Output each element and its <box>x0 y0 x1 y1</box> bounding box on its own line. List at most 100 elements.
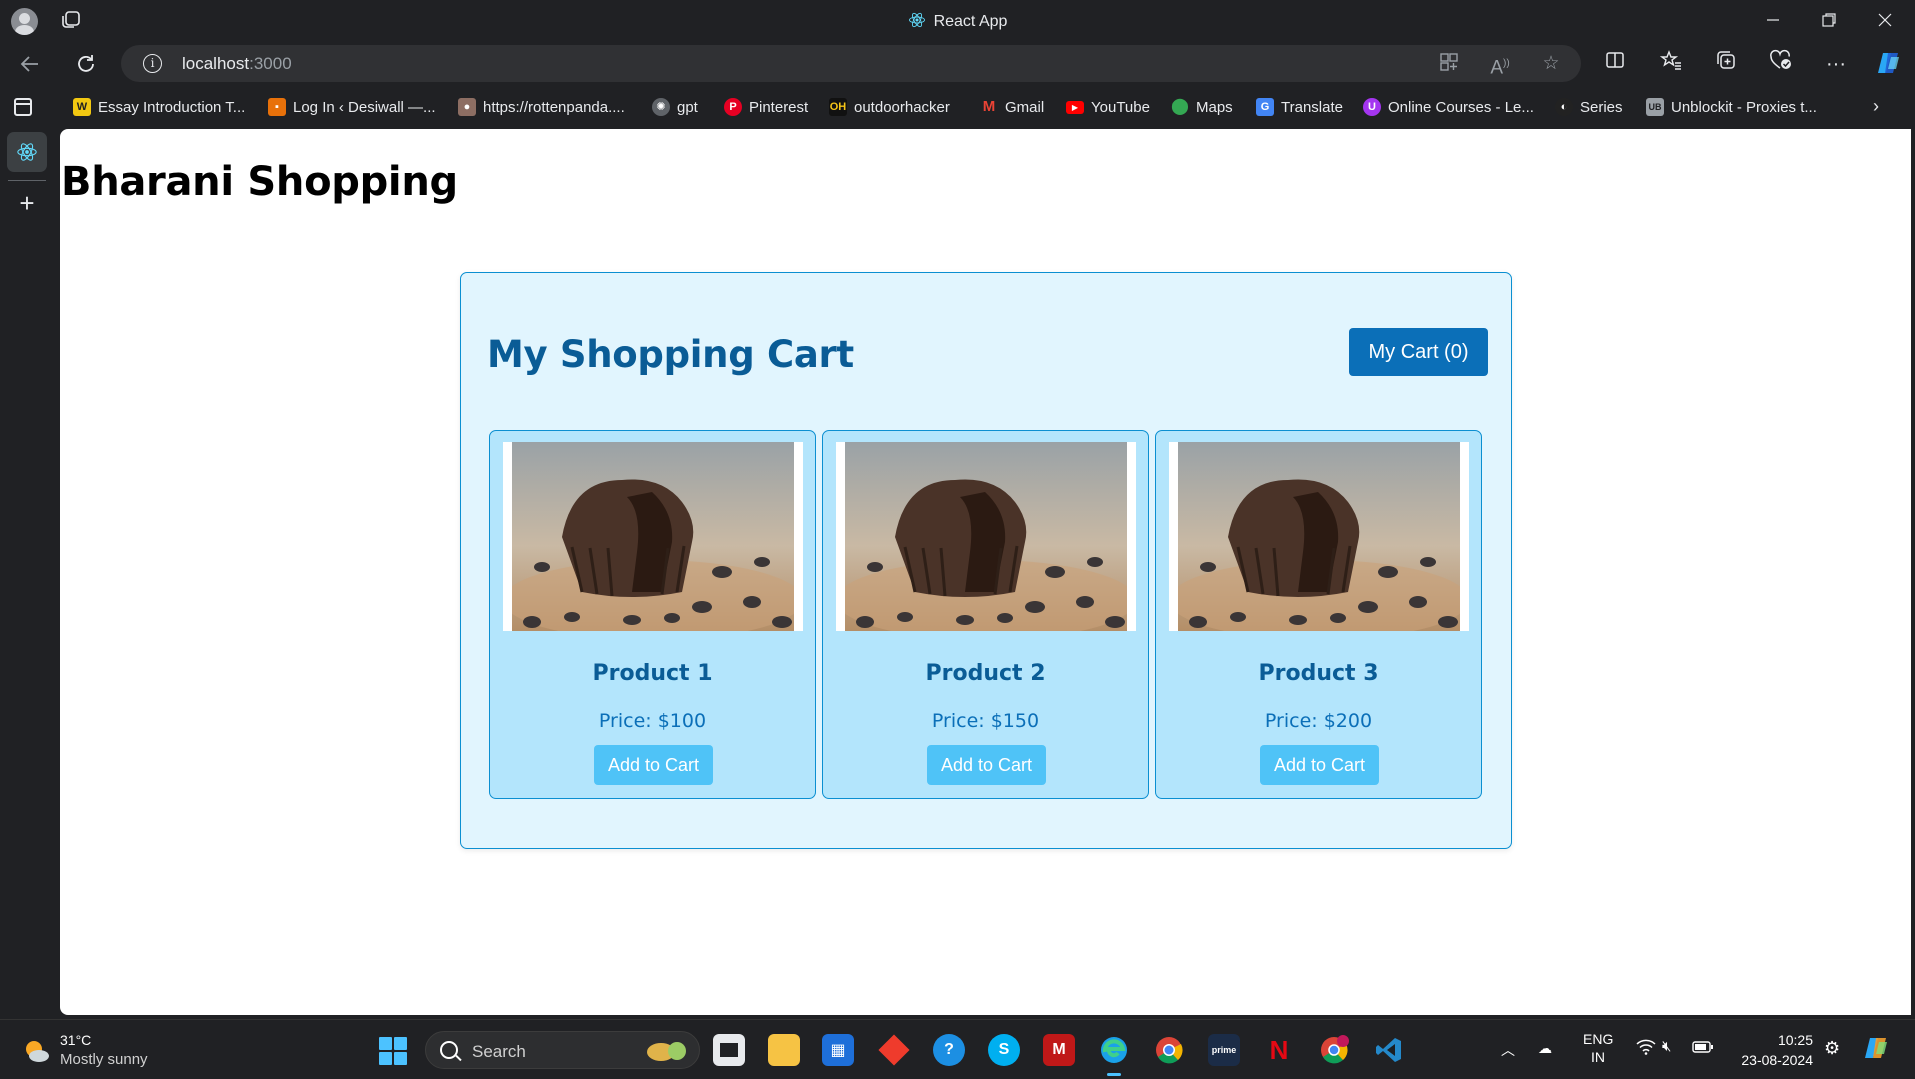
close-button[interactable] <box>1862 6 1908 34</box>
window-title-text: React App <box>933 13 1008 30</box>
new-tab-plus-icon[interactable]: + <box>13 189 41 217</box>
mcafee-icon[interactable]: M <box>1043 1034 1075 1066</box>
site-info-icon[interactable]: i <box>143 54 162 73</box>
volume-muted-icon[interactable]: 🔇︎ <box>1662 1038 1671 1055</box>
onedrive-error-icon[interactable]: ☁ <box>1538 1040 1552 1057</box>
bookmark-gpt[interactable]: ✺ gpt <box>652 96 698 118</box>
product-image-muffin <box>1169 442 1469 631</box>
product-image-muffin <box>503 442 803 631</box>
copilot-icon[interactable] <box>1874 49 1904 79</box>
clock-date: 23-08-2024 <box>1741 1052 1813 1068</box>
page-viewport: Bharani Shopping My Shopping Cart My Car… <box>60 129 1911 1015</box>
site-title: Bharani Shopping <box>61 159 458 205</box>
wifi-icon[interactable] <box>1636 1039 1656 1058</box>
prime-video-icon[interactable]: prime <box>1208 1034 1240 1066</box>
openai-favicon-icon: ✺ <box>652 98 670 116</box>
weather-description[interactable]: Mostly sunny <box>60 1051 148 1068</box>
product-image-muffin <box>836 442 1136 631</box>
more-options-icon[interactable]: ··· <box>1821 49 1851 79</box>
vertical-tabs-icon[interactable] <box>14 98 32 116</box>
product-name: Product 2 <box>925 661 1046 686</box>
vscode-icon[interactable] <box>1373 1034 1405 1066</box>
bookmark-gmail[interactable]: M Gmail <box>980 96 1044 118</box>
react-logo-icon <box>908 11 926 34</box>
browser-title-bar: React App <box>0 0 1915 41</box>
collections-icon[interactable] <box>1711 49 1741 79</box>
windows-start-icon[interactable] <box>379 1037 407 1065</box>
unblockit-favicon-icon: UB <box>1646 98 1664 116</box>
add-to-cart-button[interactable]: Add to Cart <box>927 745 1046 785</box>
refresh-icon[interactable] <box>71 49 101 79</box>
app-available-icon[interactable] <box>1437 52 1461 76</box>
address-bar[interactable]: i localhost:3000 A)) ☆ <box>121 45 1581 82</box>
bookmark-translate[interactable]: G Translate <box>1256 96 1343 118</box>
language-indicator[interactable]: ENG IN <box>1583 1030 1613 1066</box>
favorites-icon[interactable] <box>1656 49 1686 79</box>
desiwall-favicon-icon: ▪ <box>268 98 286 116</box>
restore-button[interactable] <box>1806 6 1852 34</box>
edge-browser-icon[interactable] <box>1098 1034 1130 1076</box>
tab-divider <box>8 180 46 181</box>
weather-sun-cloud-icon[interactable] <box>22 1037 50 1065</box>
bookmark-youtube[interactable]: ▶ YouTube <box>1066 96 1150 118</box>
skype-icon[interactable]: S <box>988 1034 1020 1066</box>
search-icon <box>440 1041 458 1059</box>
netflix-icon[interactable]: N <box>1263 1034 1295 1066</box>
oh-favicon-icon: OH <box>829 98 847 116</box>
weather-temperature[interactable]: 31°C <box>60 1032 91 1048</box>
chrome-profile-icon[interactable] <box>1318 1034 1350 1066</box>
bookmark-online-courses[interactable]: U Online Courses - Le... <box>1363 96 1534 118</box>
browser-essentials-icon[interactable] <box>1766 49 1796 79</box>
vertical-tab-strip: + <box>0 127 60 1019</box>
product-price: Price: $150 <box>931 710 1040 732</box>
minimize-button[interactable] <box>1750 6 1796 34</box>
bookmark-desiwall[interactable]: ▪ Log In ‹ Desiwall —... <box>268 96 436 118</box>
cart-heading: My Shopping Cart <box>487 333 854 376</box>
series-favicon-icon: ◐ <box>1555 98 1573 116</box>
microsoft-store-icon[interactable]: ▦ <box>822 1034 854 1066</box>
bookmarks-bar: W Essay Introduction T... ▪ Log In ‹ Desiw… <box>0 87 1915 127</box>
tab-react-app[interactable] <box>7 132 47 172</box>
w-favicon-icon: W <box>73 98 91 116</box>
add-to-cart-button[interactable]: Add to Cart <box>1260 745 1379 785</box>
taskbar-search-label: Search <box>472 1042 526 1061</box>
bookmark-rottenpanda[interactable]: ● https://rottenpanda.... <box>458 96 625 118</box>
add-to-cart-button[interactable]: Add to Cart <box>594 745 713 785</box>
product-price: Price: $100 <box>598 710 707 732</box>
file-explorer-icon[interactable] <box>768 1034 800 1066</box>
windows-taskbar: 31°C Mostly sunny Search ▦ ? S M prime N… <box>0 1019 1915 1079</box>
split-screen-icon[interactable] <box>1600 49 1630 79</box>
url-text[interactable]: localhost:3000 <box>182 54 292 74</box>
pinterest-favicon-icon: P <box>724 98 742 116</box>
bookmark-series[interactable]: ◐ Series <box>1555 96 1623 118</box>
react-tab-icon <box>17 143 37 161</box>
browser-toolbar: i localhost:3000 A)) ☆ ··· <box>0 41 1915 87</box>
bookmark-pinterest[interactable]: P Pinterest <box>724 96 808 118</box>
product-card: Product 1 Price: $100 Add to Cart <box>489 430 816 799</box>
read-aloud-icon[interactable]: A)) <box>1488 52 1512 78</box>
notifications-settings-icon[interactable]: ⚙ <box>1824 1038 1840 1059</box>
product-name: Product 1 <box>592 661 713 686</box>
show-hidden-icons-chevron-icon[interactable]: ︿ <box>1501 1040 1515 1060</box>
udemy-favicon-icon: U <box>1363 98 1381 116</box>
bookmark-maps[interactable]: ⬤ Maps <box>1171 96 1233 118</box>
battery-icon[interactable] <box>1692 1040 1714 1057</box>
taskbar-search[interactable]: Search <box>425 1031 700 1069</box>
window-title: React App <box>0 11 1915 34</box>
bookmark-outdoorhacker[interactable]: OH outdoorhacker <box>829 96 950 118</box>
anydesk-icon[interactable] <box>878 1034 910 1066</box>
bookmarks-more-chevron-icon[interactable]: › <box>1873 96 1879 117</box>
bookmark-unblockit[interactable]: UB Unblockit - Proxies t... <box>1646 96 1817 118</box>
back-arrow-icon[interactable] <box>15 49 45 79</box>
chrome-icon[interactable] <box>1153 1034 1185 1066</box>
my-cart-button[interactable]: My Cart (0) <box>1349 328 1488 376</box>
product-card: Product 3 Price: $200 Add to Cart <box>1155 430 1482 799</box>
help-icon[interactable]: ? <box>933 1034 965 1066</box>
search-highlight-icon <box>645 1039 689 1063</box>
translate-favicon-icon: G <box>1256 98 1274 116</box>
bookmark-essay[interactable]: W Essay Introduction T... <box>73 96 245 118</box>
copilot-taskbar-icon[interactable] <box>1862 1035 1892 1066</box>
task-view-icon[interactable] <box>713 1034 745 1066</box>
favorite-star-icon[interactable]: ☆ <box>1539 52 1563 76</box>
system-clock[interactable]: 10:25 23-08-2024 <box>1733 1030 1813 1070</box>
